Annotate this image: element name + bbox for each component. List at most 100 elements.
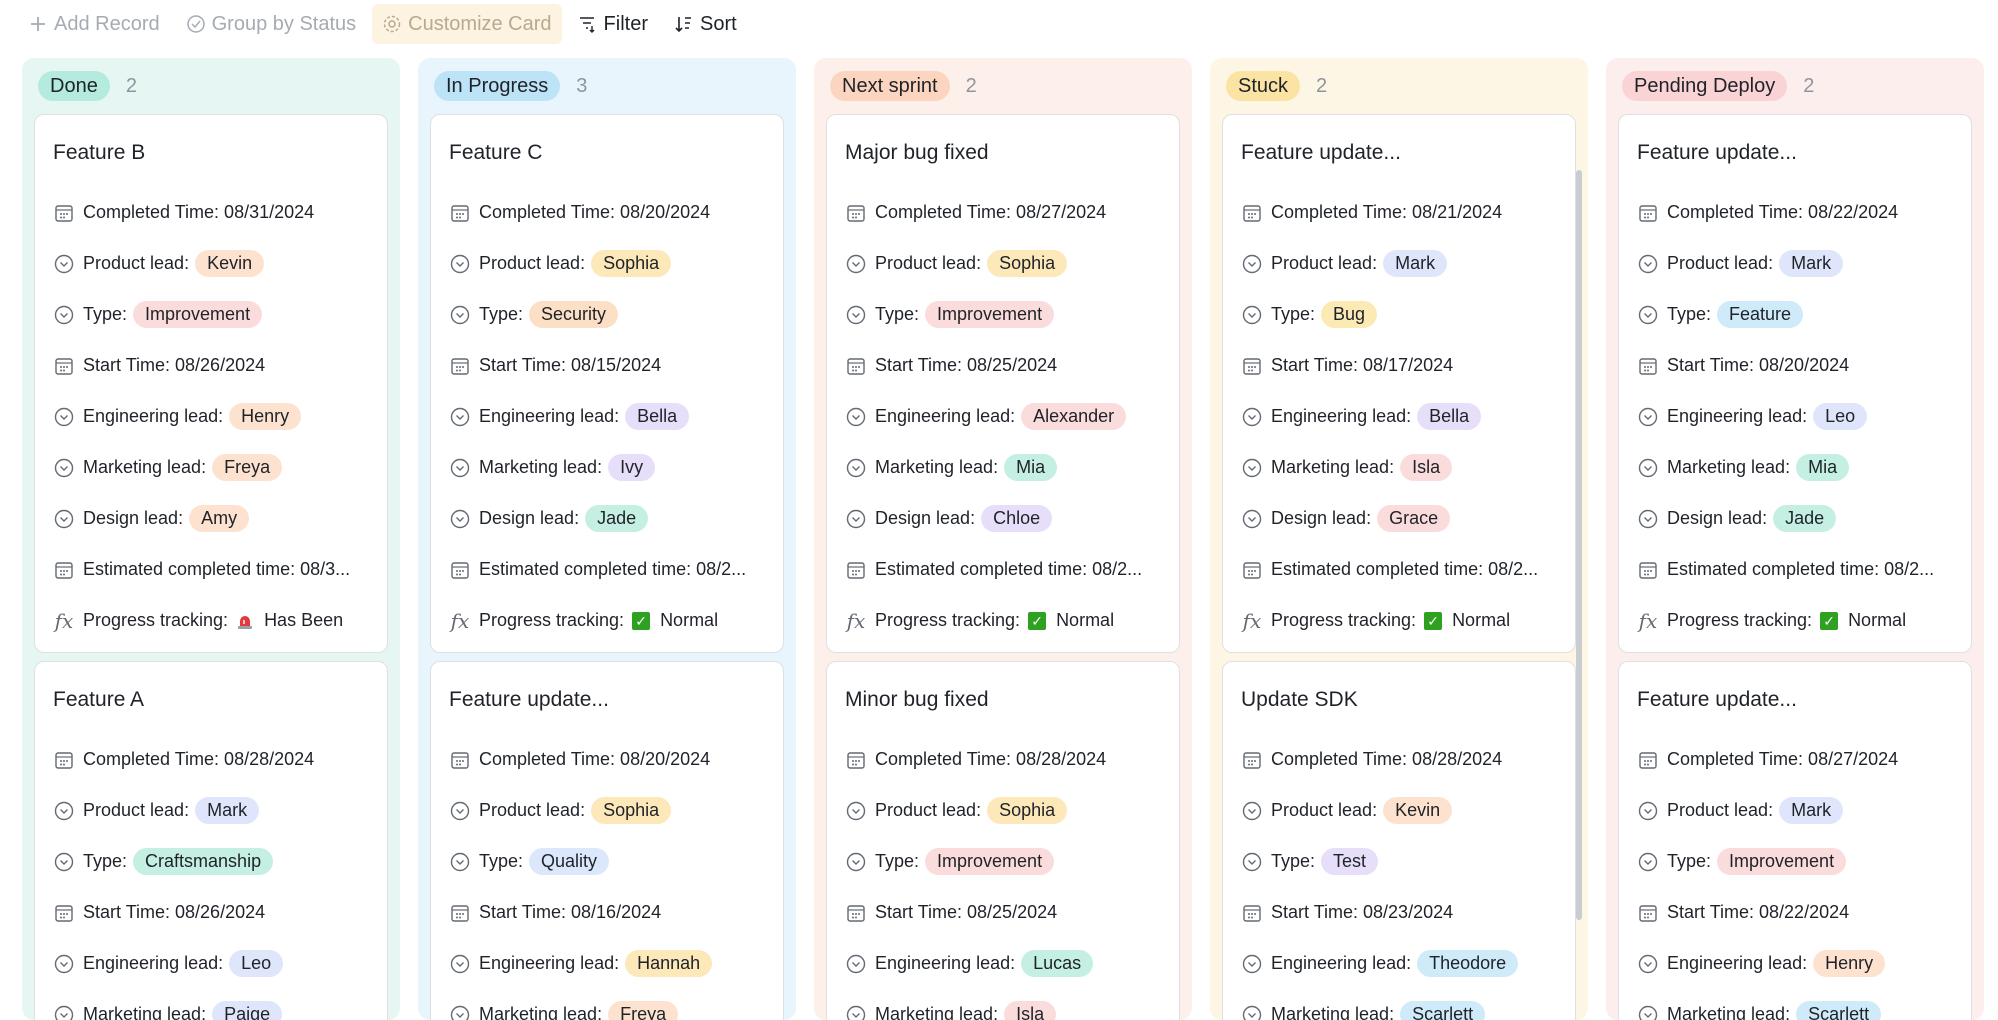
record-card[interactable]: Update SDK Completed Time: 08/28/2024 Prod…: [1222, 661, 1576, 1020]
status-label[interactable]: Next sprint: [830, 71, 950, 101]
marketing-lead-field-tag[interactable]: Isla: [1400, 454, 1453, 481]
marketing-lead-field-tag[interactable]: Scarlett: [1796, 1001, 1882, 1020]
customize-card-button[interactable]: Customize Card: [372, 4, 562, 44]
card-title[interactable]: Feature B: [53, 115, 387, 187]
design-lead-field: Design lead: Grace: [1241, 493, 1575, 544]
type-field-tag[interactable]: Improvement: [925, 848, 1055, 875]
type-field-tag[interactable]: Feature: [1717, 301, 1804, 328]
calendar-icon: [53, 355, 75, 377]
calendar-icon: [845, 202, 867, 224]
record-card[interactable]: Feature update... Completed Time: 08/22/2…: [1618, 114, 1972, 653]
product-lead-field-tag[interactable]: Sophia: [591, 250, 672, 277]
design-lead-field-tag[interactable]: Chloe: [981, 505, 1053, 532]
record-card[interactable]: Major bug fixed Completed Time: 08/27/202…: [826, 114, 1180, 653]
design-lead-field: Design lead: Amy: [53, 493, 387, 544]
start-time-field-text: Start Time: 08/25/2024: [875, 902, 1058, 922]
design-lead-field-tag[interactable]: Jade: [585, 505, 649, 532]
card-title[interactable]: Minor bug fixed: [845, 662, 1179, 734]
record-card[interactable]: Feature B Completed Time: 08/31/2024 Produ…: [34, 114, 388, 653]
engineering-lead-field-tag[interactable]: Lucas: [1021, 950, 1094, 977]
completed-time-field: Completed Time: 08/20/2024: [449, 734, 783, 785]
type-field-tag[interactable]: Craftsmanship: [133, 848, 274, 875]
card-title[interactable]: Feature update...: [1241, 115, 1575, 187]
sort-button[interactable]: Sort: [664, 4, 747, 44]
record-card[interactable]: Feature A Completed Time: 08/28/2024 Produ…: [34, 661, 388, 1020]
status-label[interactable]: In Progress: [434, 71, 561, 101]
type-field-tag[interactable]: Improvement: [1717, 848, 1847, 875]
marketing-lead-field-tag[interactable]: Mia: [1004, 454, 1058, 481]
marketing-lead-field-tag[interactable]: Scarlett: [1400, 1001, 1486, 1020]
card-title[interactable]: Feature update...: [1637, 662, 1971, 734]
record-count: 2: [1316, 74, 1328, 97]
product-lead-field-tag[interactable]: Kevin: [1383, 797, 1453, 824]
product-lead-field-tag[interactable]: Mark: [1779, 797, 1844, 824]
product-lead-field-label: Product lead:: [479, 253, 586, 273]
type-field-tag[interactable]: Improvement: [925, 301, 1055, 328]
group-by-status-button[interactable]: Group by Status: [176, 4, 367, 44]
filter-icon: [579, 17, 595, 33]
single-select-icon: [1241, 508, 1263, 530]
card-title[interactable]: Feature update...: [449, 662, 783, 734]
engineering-lead-field-tag[interactable]: Theodore: [1417, 950, 1519, 977]
record-card[interactable]: Feature update... Completed Time: 08/20/2…: [430, 661, 784, 1020]
card-title[interactable]: Feature A: [53, 662, 387, 734]
product-lead-field: Product lead: Sophia: [449, 785, 783, 836]
marketing-lead-field-tag[interactable]: Mia: [1796, 454, 1850, 481]
column-scrollbar[interactable]: [1576, 170, 1582, 920]
record-count: 2: [965, 74, 977, 97]
product-lead-field: Product lead: Mark: [53, 785, 387, 836]
estimated-time-field: Estimated completed time: 08/2...: [1241, 544, 1575, 595]
status-label[interactable]: Done: [38, 71, 110, 101]
completed-time-field-text: Completed Time: 08/31/2024: [83, 202, 315, 222]
engineering-lead-field-tag[interactable]: Henry: [229, 403, 302, 430]
card-title[interactable]: Feature C: [449, 115, 783, 187]
product-lead-field-tag[interactable]: Mark: [1779, 250, 1844, 277]
product-lead-field-tag[interactable]: Mark: [1383, 250, 1448, 277]
record-card[interactable]: Minor bug fixed Completed Time: 08/28/202…: [826, 661, 1180, 1020]
record-card[interactable]: Feature update... Completed Time: 08/21/2…: [1222, 114, 1576, 653]
check-mark-icon: ✓: [1028, 611, 1047, 630]
calendar-icon: [451, 357, 469, 375]
kanban-board: Done 2 Feature B Completed Time: 08/31/2024…: [22, 58, 1984, 1020]
add-record-button[interactable]: Add Record: [18, 4, 170, 44]
type-field-tag[interactable]: Improvement: [133, 301, 263, 328]
marketing-lead-field-tag[interactable]: Freya: [608, 1001, 679, 1020]
filter-button[interactable]: Filter: [568, 4, 658, 44]
marketing-lead-field-tag[interactable]: Ivy: [608, 454, 656, 481]
engineering-lead-field-tag[interactable]: Alexander: [1021, 403, 1127, 430]
product-lead-field-tag[interactable]: Sophia: [987, 250, 1068, 277]
engineering-lead-field-tag[interactable]: Leo: [1813, 403, 1868, 430]
design-lead-field-tag[interactable]: Grace: [1377, 505, 1451, 532]
type-field-tag[interactable]: Quality: [529, 848, 610, 875]
engineering-lead-field-tag[interactable]: Hannah: [625, 950, 713, 977]
engineering-lead-field-tag[interactable]: Leo: [229, 950, 284, 977]
marketing-lead-field-tag[interactable]: Paige: [212, 1001, 283, 1020]
marketing-lead-field-tag[interactable]: Freya: [212, 454, 283, 481]
record-card[interactable]: Feature C Completed Time: 08/20/2024 Produ…: [430, 114, 784, 653]
single-select-icon: [845, 953, 867, 975]
single-select-icon: [1242, 458, 1262, 477]
marketing-lead-field-tag[interactable]: Isla: [1004, 1001, 1057, 1020]
type-field-tag[interactable]: Test: [1321, 848, 1379, 875]
engineering-lead-field-tag[interactable]: Bella: [625, 403, 690, 430]
type-field-tag[interactable]: Bug: [1321, 301, 1378, 328]
card-title[interactable]: Major bug fixed: [845, 115, 1179, 187]
type-field-tag[interactable]: Security: [529, 301, 619, 328]
design-lead-field-tag[interactable]: Jade: [1773, 505, 1837, 532]
design-lead-field: Design lead: Jade: [449, 493, 783, 544]
card-title[interactable]: Feature update...: [1637, 115, 1971, 187]
record-card[interactable]: Feature update... Completed Time: 08/27/2…: [1618, 661, 1972, 1020]
status-label[interactable]: Stuck: [1226, 71, 1301, 101]
product-lead-field-tag[interactable]: Mark: [195, 797, 260, 824]
status-label[interactable]: Pending Deploy: [1622, 71, 1788, 101]
product-lead-field-tag[interactable]: Sophia: [987, 797, 1068, 824]
product-lead-field-tag[interactable]: Sophia: [591, 797, 672, 824]
engineering-lead-field-tag[interactable]: Henry: [1813, 950, 1886, 977]
engineering-lead-field-tag[interactable]: Bella: [1417, 403, 1482, 430]
completed-time-field: Completed Time: 08/28/2024: [1241, 734, 1575, 785]
engineering-lead-field-label: Engineering lead:: [479, 953, 620, 973]
card-title[interactable]: Update SDK: [1241, 662, 1575, 734]
single-select-icon: [846, 1005, 866, 1020]
design-lead-field-tag[interactable]: Amy: [189, 505, 250, 532]
product-lead-field-tag[interactable]: Kevin: [195, 250, 265, 277]
